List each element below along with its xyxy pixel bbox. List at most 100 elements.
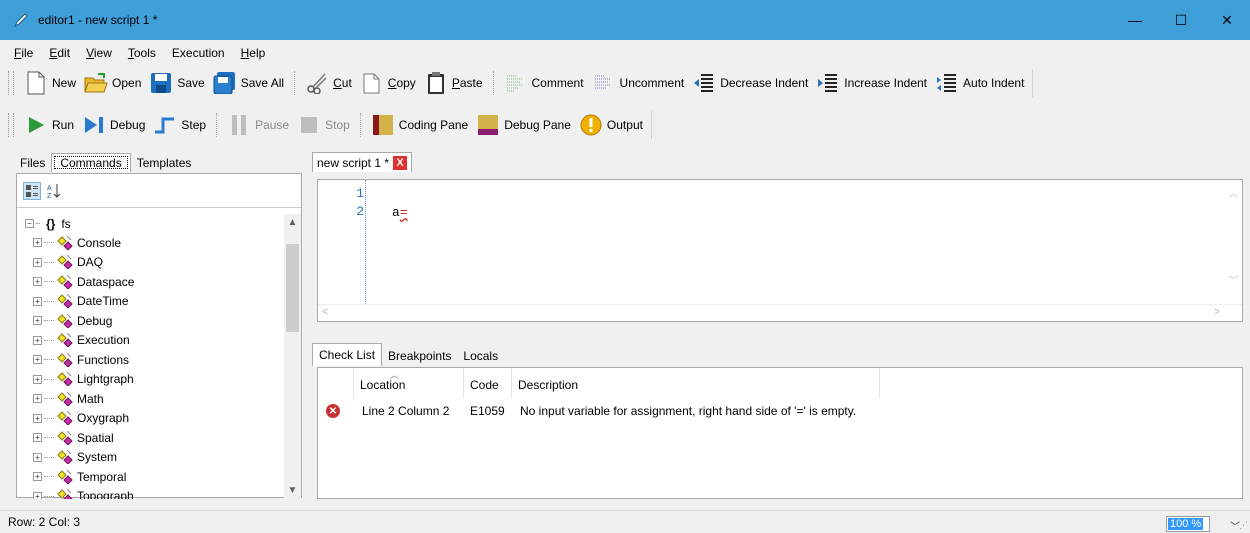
- increase-indent-button[interactable]: Increase Indent: [812, 68, 931, 98]
- debug-play-icon: [82, 113, 106, 137]
- tree-root[interactable]: − {} fs: [17, 214, 277, 233]
- check-list: ︿ Location Code Description ✕ Line 2 Colu…: [317, 367, 1243, 499]
- expand-icon[interactable]: +: [33, 374, 42, 384]
- resize-grip-icon[interactable]: ⋰: [1239, 520, 1248, 531]
- tree-item[interactable]: + DAQ: [17, 253, 277, 273]
- auto-indent-button[interactable]: Auto Indent: [931, 68, 1028, 98]
- coding-pane-button[interactable]: Coding Pane: [367, 110, 472, 140]
- cut-button[interactable]: Cut: [301, 68, 356, 98]
- menu-execution[interactable]: Execution: [164, 46, 233, 60]
- close-button[interactable]: ✕: [1204, 0, 1250, 40]
- step-button[interactable]: Step: [149, 110, 210, 140]
- sort-alphabetical-icon[interactable]: AZ: [45, 182, 63, 200]
- minimize-button[interactable]: —: [1112, 0, 1158, 40]
- tree-item[interactable]: + Execution: [17, 331, 277, 351]
- expand-icon[interactable]: +: [33, 257, 42, 267]
- save-button[interactable]: Save: [145, 68, 208, 98]
- tree-item[interactable]: + Temporal: [17, 467, 277, 487]
- code-line[interactable]: a=: [392, 205, 408, 220]
- tree-item[interactable]: + Topograph: [17, 487, 277, 499]
- expand-icon[interactable]: +: [33, 413, 42, 423]
- expand-icon[interactable]: +: [33, 335, 42, 345]
- expand-icon[interactable]: +: [33, 491, 42, 499]
- tab-new-script[interactable]: new script 1 * X: [312, 152, 413, 172]
- auto-indent-icon: [935, 71, 959, 95]
- code-error-token: =: [399, 205, 408, 220]
- tree-item[interactable]: + Spatial: [17, 428, 277, 448]
- expand-icon[interactable]: +: [33, 452, 42, 462]
- menu-file[interactable]: File: [6, 46, 41, 60]
- collapse-icon[interactable]: −: [25, 219, 34, 228]
- close-tab-icon[interactable]: X: [393, 155, 408, 170]
- toolbar-grip[interactable]: [8, 71, 14, 95]
- categorized-view-icon[interactable]: [23, 181, 41, 200]
- column-location[interactable]: ︿ Location: [354, 368, 464, 398]
- tab-breakpoints[interactable]: Breakpoints: [382, 346, 457, 366]
- scroll-down-icon[interactable]: ▼: [284, 482, 301, 499]
- toolbar-grip[interactable]: [8, 113, 14, 137]
- paste-button[interactable]: Paste: [420, 68, 487, 98]
- expand-icon[interactable]: +: [33, 277, 42, 287]
- scroll-thumb[interactable]: [286, 244, 299, 332]
- copy-button[interactable]: Copy: [356, 68, 420, 98]
- debug-button[interactable]: Debug: [78, 110, 149, 140]
- open-button[interactable]: Open: [80, 68, 145, 98]
- zoom-field[interactable]: 100 %: [1166, 516, 1210, 532]
- scroll-up-icon[interactable]: ▲: [284, 214, 301, 231]
- comment-button[interactable]: Comment: [500, 68, 588, 98]
- tree-item[interactable]: + Debug: [17, 311, 277, 331]
- increase-indent-icon: [816, 71, 840, 95]
- debug-pane-button[interactable]: Debug Pane: [472, 110, 575, 140]
- column-description[interactable]: Description: [512, 368, 880, 398]
- tree-item[interactable]: + Functions: [17, 350, 277, 370]
- expand-icon[interactable]: +: [33, 296, 42, 306]
- expand-icon[interactable]: +: [33, 472, 42, 482]
- tab-files[interactable]: Files: [14, 154, 52, 172]
- column-code[interactable]: Code: [464, 368, 512, 398]
- decrease-indent-button[interactable]: Decrease Indent: [688, 68, 812, 98]
- code-editor[interactable]: 1 2 a= ︿ ﹀ < >: [317, 179, 1243, 322]
- tab-templates[interactable]: Templates: [130, 154, 198, 172]
- tree-item-label: Dataspace: [77, 274, 135, 289]
- tree-item[interactable]: + System: [17, 448, 277, 468]
- run-button[interactable]: Run: [20, 110, 78, 140]
- pause-button[interactable]: Pause: [223, 110, 293, 140]
- tab-commands[interactable]: Commands: [51, 153, 131, 172]
- tree-item-label: Topograph: [77, 489, 134, 499]
- tree-item[interactable]: + DateTime: [17, 292, 277, 312]
- paste-label: Paste: [452, 76, 483, 90]
- tree-scrollbar[interactable]: ▲ ▼: [284, 214, 301, 499]
- expand-icon[interactable]: +: [33, 433, 42, 443]
- tree-item[interactable]: + Dataspace: [17, 272, 277, 292]
- tree-item[interactable]: + Console: [17, 233, 277, 253]
- menu-edit[interactable]: Edit: [41, 46, 78, 60]
- tab-locals[interactable]: Locals: [457, 346, 504, 366]
- cursor-position: Row: 2 Col: 3: [8, 515, 81, 529]
- save-all-button[interactable]: Save All: [209, 68, 288, 98]
- menu-view[interactable]: View: [78, 46, 120, 60]
- tree-item[interactable]: + Oxygraph: [17, 409, 277, 429]
- output-button[interactable]: Output: [575, 110, 647, 140]
- expand-icon[interactable]: +: [33, 238, 42, 248]
- expand-icon[interactable]: +: [33, 394, 42, 404]
- tree-item[interactable]: + Lightgraph: [17, 370, 277, 390]
- tab-check-list[interactable]: Check List: [312, 343, 383, 366]
- menu-help[interactable]: Help: [233, 46, 274, 60]
- editor-vertical-scrollbar[interactable]: ︿ ﹀: [1225, 180, 1242, 304]
- new-button[interactable]: New: [20, 68, 80, 98]
- menu-tools[interactable]: Tools: [120, 46, 164, 60]
- uncomment-button[interactable]: Uncomment: [588, 68, 689, 98]
- scroll-right-icon[interactable]: >: [1214, 306, 1220, 318]
- table-row[interactable]: ✕ Line 2 Column 2 E1059 No input variabl…: [318, 401, 856, 421]
- stop-button[interactable]: Stop: [293, 110, 354, 140]
- editor-horizontal-scrollbar[interactable]: < >: [318, 304, 1242, 321]
- tree-item-label: Lightgraph: [77, 372, 134, 387]
- expand-icon[interactable]: +: [33, 316, 42, 326]
- column-icon[interactable]: [318, 368, 354, 398]
- scroll-left-icon[interactable]: <: [322, 306, 328, 318]
- maximize-button[interactable]: ☐: [1158, 0, 1204, 40]
- scroll-down-icon[interactable]: ﹀: [1225, 271, 1242, 288]
- scroll-up-icon[interactable]: ︿: [1225, 184, 1242, 201]
- expand-icon[interactable]: +: [33, 355, 42, 365]
- tree-item[interactable]: + Math: [17, 389, 277, 409]
